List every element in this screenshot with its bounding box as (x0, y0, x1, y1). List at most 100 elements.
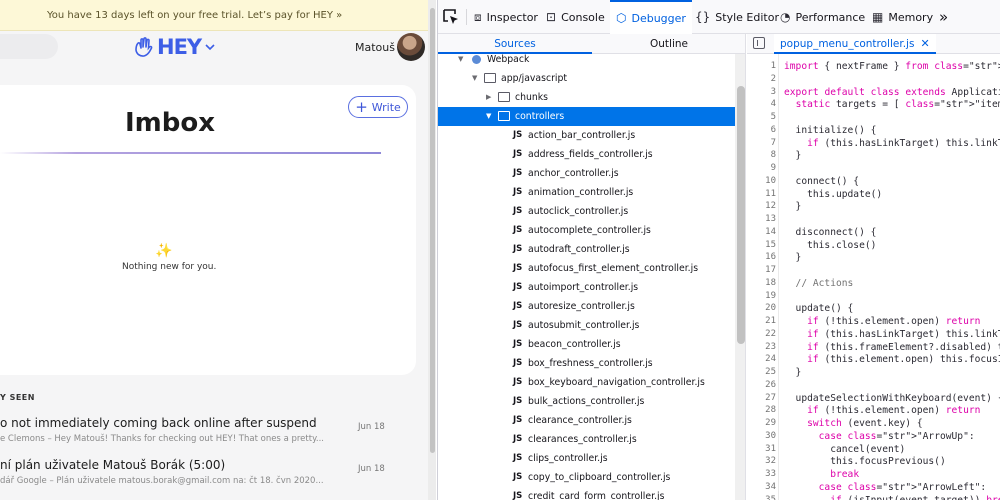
editor-file-tab[interactable]: popup_menu_controller.js ✕ (774, 34, 936, 54)
tree-file[interactable]: JS autofocus_first_element_controller.js (438, 259, 738, 278)
seen-heading: Y SEEN (0, 393, 35, 402)
js-file-icon: JS (513, 301, 523, 311)
tab-performance[interactable]: ◔ Performance (780, 0, 865, 34)
tree-file[interactable]: JS clearances_controller.js (438, 430, 738, 449)
trial-banner[interactable]: You have 13 days left on your free trial… (0, 0, 428, 31)
line-gutter[interactable]: 1 2 3 4 5 6 7 8 9 10 11 12 13 14 15 16 17 18 19 20 21 22 23 24 2… (747, 54, 779, 500)
close-icon[interactable]: ✕ (920, 37, 929, 50)
code-line: // Actions (784, 277, 854, 289)
line-number[interactable]: 32 (747, 456, 776, 466)
hey-scrollbar-thumb[interactable] (430, 8, 435, 453)
tree-label: autoclick_controller.js (528, 206, 629, 217)
line-number[interactable]: 33 (747, 469, 776, 479)
line-number[interactable]: 19 (747, 291, 776, 301)
line-number[interactable]: 29 (747, 418, 776, 428)
line-number[interactable]: 30 (747, 431, 776, 441)
toggle-sidebar-icon[interactable] (753, 37, 765, 49)
tree-file[interactable]: JS autocomplete_controller.js (438, 221, 738, 240)
tree-root-webpack[interactable]: ▼ Webpack (438, 50, 738, 69)
line-number[interactable]: 25 (747, 367, 776, 377)
user-name[interactable]: Matouš (355, 41, 395, 54)
line-number[interactable]: 35 (747, 495, 776, 500)
tree-file[interactable]: JS copy_to_clipboard_controller.js (438, 468, 738, 487)
line-number[interactable]: 12 (747, 201, 776, 211)
line-number[interactable]: 9 (747, 163, 776, 173)
tree-file[interactable]: JS autoclick_controller.js (438, 202, 738, 221)
tree-file[interactable]: JS beacon_controller.js (438, 335, 738, 354)
tree-file[interactable]: JS credit_card_form_controller.js (438, 487, 738, 500)
tree-file[interactable]: JS box_freshness_controller.js (438, 354, 738, 373)
line-number[interactable]: 28 (747, 405, 776, 415)
tab-console[interactable]: ⊡ Console (546, 0, 605, 34)
tree-label: clearance_controller.js (528, 415, 632, 426)
js-file-icon: JS (513, 149, 523, 159)
tree-file[interactable]: JS clips_controller.js (438, 449, 738, 468)
mail-item[interactable]: o not immediately coming back online aft… (0, 416, 428, 456)
line-number[interactable]: 13 (747, 214, 776, 224)
tab-debugger[interactable]: ⬡ Debugger (610, 0, 692, 34)
tree-folder-app-javascript[interactable]: ▼ app/javascript (438, 69, 738, 88)
line-number[interactable]: 31 (747, 444, 776, 454)
line-number[interactable]: 27 (747, 393, 776, 403)
write-button[interactable]: + Write (348, 96, 408, 118)
js-file-icon: JS (513, 168, 523, 178)
line-number[interactable]: 17 (747, 265, 776, 275)
tree-file[interactable]: JS box_keyboard_navigation_controller.js (438, 373, 738, 392)
line-number[interactable]: 20 (747, 303, 776, 313)
tree-file[interactable]: JS autoimport_controller.js (438, 278, 738, 297)
overflow-chevron-icon[interactable]: » (939, 0, 948, 34)
line-number[interactable]: 34 (747, 482, 776, 492)
tree-file[interactable]: JS action_bar_controller.js (438, 126, 738, 145)
line-number[interactable]: 18 (747, 278, 776, 288)
line-number[interactable]: 5 (747, 112, 776, 122)
code-line: if (!this.element.open) return (807, 316, 981, 327)
line-number[interactable]: 15 (747, 240, 776, 250)
line-number[interactable]: 21 (747, 316, 776, 326)
toolbar-separator (466, 9, 467, 25)
line-number[interactable]: 8 (747, 150, 776, 160)
search-bar[interactable] (0, 34, 58, 59)
tab-memory[interactable]: ▦ Memory (872, 0, 933, 34)
line-number[interactable]: 10 (747, 176, 776, 186)
tab-label: Inspector (486, 10, 538, 24)
line-number[interactable]: 2 (747, 74, 776, 84)
line-number[interactable]: 1 (747, 61, 776, 71)
mail-item[interactable]: ní plán uživatele Matouš Borák (5:00) dá… (0, 458, 428, 498)
tree-file[interactable]: JS anchor_controller.js (438, 164, 738, 183)
js-file-icon: JS (513, 339, 523, 349)
line-number[interactable]: 23 (747, 342, 776, 352)
tree-folder-controllers[interactable]: ▼ controllers (438, 107, 738, 126)
tree-file[interactable]: JS bulk_actions_controller.js (438, 392, 738, 411)
element-picker-icon[interactable] (442, 8, 460, 26)
expanded-arrow-icon: ▼ (458, 55, 464, 63)
js-file-icon: JS (513, 225, 523, 235)
js-file-icon: JS (513, 187, 523, 197)
line-number[interactable]: 4 (747, 99, 776, 109)
tree-file[interactable]: JS clearance_controller.js (438, 411, 738, 430)
line-number[interactable]: 3 (747, 87, 776, 97)
line-number[interactable]: 26 (747, 380, 776, 390)
js-file-icon: JS (513, 244, 523, 254)
hey-logo[interactable]: HEY (133, 33, 216, 61)
tree-file[interactable]: JS autodraft_controller.js (438, 240, 738, 259)
tree-file[interactable]: JS animation_controller.js (438, 183, 738, 202)
sources-scrollbar-thumb[interactable] (737, 86, 745, 344)
tree-file[interactable]: JS address_fields_controller.js (438, 145, 738, 164)
tree-label: clearances_controller.js (528, 434, 637, 445)
line-number[interactable]: 11 (747, 189, 776, 199)
line-number[interactable]: 22 (747, 329, 776, 339)
line-number[interactable]: 16 (747, 252, 776, 262)
tab-style-editor[interactable]: {} Style Editor (695, 0, 779, 34)
code-line: } (784, 252, 802, 264)
tree-label: autoimport_controller.js (528, 282, 639, 293)
tree-label: address_fields_controller.js (528, 149, 653, 160)
tree-file[interactable]: JS autoresize_controller.js (438, 297, 738, 316)
tab-inspector[interactable]: ⧈ Inspector (474, 0, 538, 34)
line-number[interactable]: 6 (747, 125, 776, 135)
tree-file[interactable]: JS autosubmit_controller.js (438, 316, 738, 335)
line-number[interactable]: 7 (747, 138, 776, 148)
line-number[interactable]: 24 (747, 354, 776, 364)
line-number[interactable]: 14 (747, 227, 776, 237)
tree-folder-chunks[interactable]: ▶ chunks (438, 88, 738, 107)
avatar[interactable] (397, 33, 425, 61)
